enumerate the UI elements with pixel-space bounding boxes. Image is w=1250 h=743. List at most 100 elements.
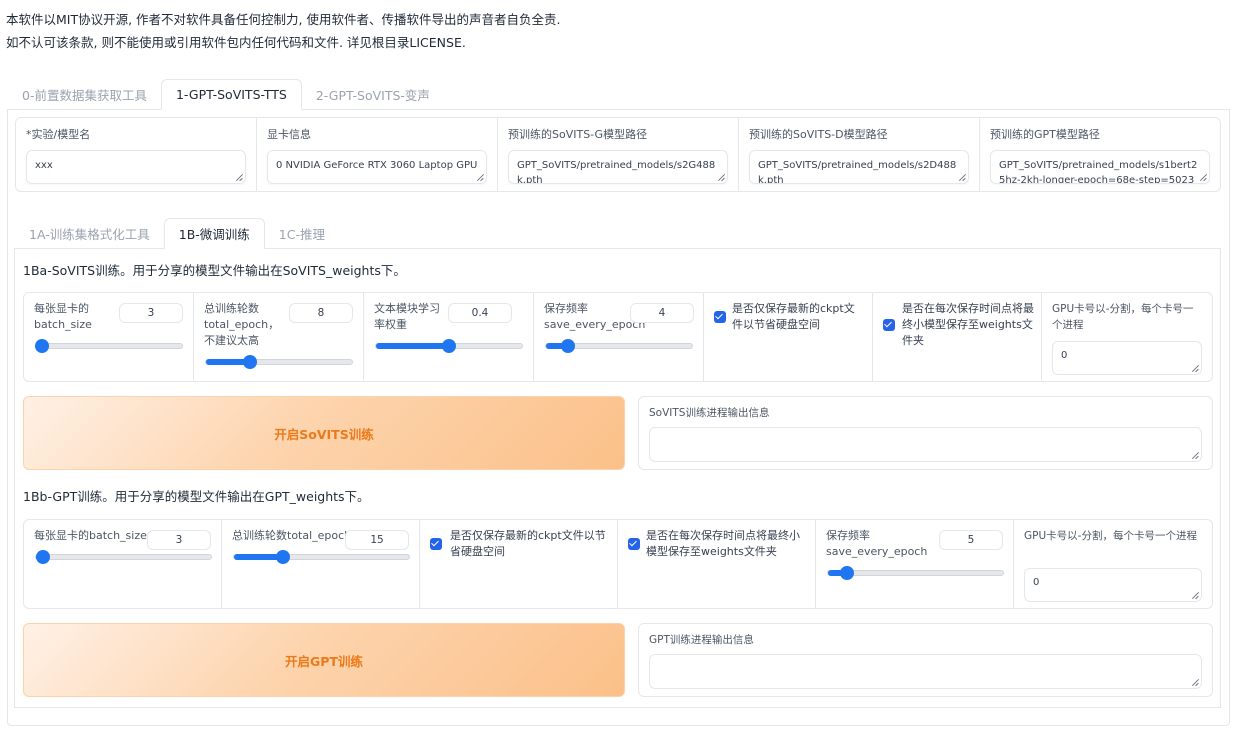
slider-thumb[interactable] xyxy=(36,550,50,564)
gpu-info-input[interactable]: 0 NVIDIA GeForce RTX 3060 Laptop GPU xyxy=(267,150,487,184)
sovits-d-path-input[interactable]: GPT_SoVITS/pretrained_models/s2D488k.pth xyxy=(749,150,969,184)
sovits-text-lr-label: 文本模块学习率权重 xyxy=(374,302,440,331)
gpt-save-latest-label: 是否仅保存最新的ckpt文件以节省硬盘空间 xyxy=(450,529,606,558)
experiment-name-input[interactable]: xxx xyxy=(26,150,246,184)
tab-gpt-sovits-tts[interactable]: 1-GPT-SoVITS-TTS xyxy=(160,79,302,110)
slider-thumb[interactable] xyxy=(840,566,855,580)
resize-handle-icon[interactable] xyxy=(1199,174,1206,181)
notice-line-1: 本软件以MIT协议开源, 作者不对软件具备任何控制力, 使用软件者、传播软件导出… xyxy=(6,12,561,27)
experiment-name-label: *实验/模型名 xyxy=(26,128,91,141)
sovits-g-path-value: GPT_SoVITS/pretrained_models/s2G488k.pth xyxy=(517,160,716,184)
gpt-batch-size-input[interactable]: 3 xyxy=(147,530,211,550)
gpt-save-weights-checkbox[interactable] xyxy=(628,538,640,550)
notice-line-2: 如不认可该条款, 则不能使用或引用软件包内任何代码和文件. 详见根目录LICEN… xyxy=(6,35,466,50)
sovits-save-every-slider[interactable] xyxy=(545,339,693,353)
tab-dataset-tools[interactable]: 0-前置数据集获取工具 xyxy=(8,79,161,110)
gpt-save-weights-label: 是否在每次保存时间点将最终小模型保存至weights文件夹 xyxy=(646,529,800,558)
gpt-save-latest-checkbox[interactable] xyxy=(430,538,442,550)
sovits-d-path-label: 预训练的SoVITS-D模型路径 xyxy=(749,128,888,141)
sovits-text-lr-input[interactable]: 0.4 xyxy=(448,303,512,323)
gpu-info-label: 显卡信息 xyxy=(267,128,311,141)
sovits-batch-size-slider[interactable] xyxy=(34,339,183,353)
gpt-save-weights-field: 是否在每次保存时间点将最终小模型保存至weights文件夹 xyxy=(618,520,816,608)
sovits-params-row: 每张显卡的batch_size 3 总训练轮数total_epoch，不建议太高… xyxy=(23,292,1213,382)
gpt-save-every-slider[interactable] xyxy=(827,566,1004,580)
slider-thumb[interactable] xyxy=(242,355,257,369)
sovits-save-weights-label: 是否在每次保存时间点将最终小模型保存至weights文件夹 xyxy=(902,302,1034,347)
gpt-save-every-field: 保存频率save_every_epoch 5 xyxy=(816,520,1014,608)
sovits-batch-size-field: 每张显卡的batch_size 3 xyxy=(24,293,194,381)
sovits-save-every-input[interactable]: 4 xyxy=(630,303,694,323)
gpt-batch-size-slider[interactable] xyxy=(35,550,212,564)
sovits-d-path-field: 预训练的SoVITS-D模型路径 GPT_SoVITS/pretrained_m… xyxy=(739,118,980,191)
experiment-name-field: *实验/模型名 xxx xyxy=(16,118,257,191)
sovits-save-latest-label: 是否仅保存最新的ckpt文件以节省硬盘空间 xyxy=(732,302,855,331)
resize-handle-icon[interactable] xyxy=(958,174,965,181)
resize-handle-icon[interactable] xyxy=(476,174,483,181)
sovits-output-field: SoVITS训练进程输出信息 xyxy=(638,396,1213,470)
gpt-gpu-label: GPU卡号以-分割，每个卡号一个进程 xyxy=(1024,530,1197,542)
gpt-output-field: GPT训练进程输出信息 xyxy=(638,623,1213,697)
sovits-gpu-field: GPU卡号以-分割，每个卡号一个进程 0 xyxy=(1042,293,1212,381)
sovits-section-title: 1Ba-SoVITS训练。用于分享的模型文件输出在SoVITS_weights下… xyxy=(23,263,406,278)
sovits-save-weights-checkbox[interactable] xyxy=(883,319,895,331)
slider-thumb[interactable] xyxy=(34,339,49,353)
gpt-output-textarea[interactable] xyxy=(649,654,1202,689)
sovits-batch-size-input[interactable]: 3 xyxy=(119,303,183,323)
gpt-gpu-field: GPU卡号以-分割，每个卡号一个进程 0 xyxy=(1014,520,1212,608)
resize-handle-icon[interactable] xyxy=(235,174,242,181)
sovits-g-path-field: 预训练的SoVITS-G模型路径 GPT_SoVITS/pretrained_m… xyxy=(498,118,739,191)
sovits-total-epoch-slider[interactable] xyxy=(205,355,353,369)
gpu-info-field: 显卡信息 0 NVIDIA GeForce RTX 3060 Laptop GP… xyxy=(257,118,498,191)
slider-thumb[interactable] xyxy=(276,550,290,564)
sovits-total-epoch-label: 总训练轮数total_epoch，不建议太高 xyxy=(204,302,280,347)
gpt-path-label: 预训练的GPT模型路径 xyxy=(990,128,1100,141)
main-tabs: 0-前置数据集获取工具 1-GPT-SoVITS-TTS 2-GPT-SoVIT… xyxy=(8,79,444,110)
sub-tabs: 1A-训练集格式化工具 1B-微调训练 1C-推理 xyxy=(15,218,339,249)
resize-handle-icon[interactable] xyxy=(717,174,724,181)
sovits-output-label: SoVITS训练进程输出信息 xyxy=(649,407,770,419)
gpt-gpu-input[interactable]: 0 xyxy=(1024,568,1202,602)
sovits-total-epoch-input[interactable]: 8 xyxy=(289,303,353,323)
sovits-text-lr-slider[interactable] xyxy=(375,339,523,353)
sovits-d-path-value: GPT_SoVITS/pretrained_models/s2D488k.pth xyxy=(758,160,957,184)
experiment-name-value: xxx xyxy=(35,160,53,171)
sovits-save-latest-checkbox[interactable] xyxy=(714,311,726,323)
gpt-output-label: GPT训练进程输出信息 xyxy=(649,634,754,646)
sovits-text-lr-field: 文本模块学习率权重 0.4 xyxy=(364,293,534,381)
sovits-g-path-input[interactable]: GPT_SoVITS/pretrained_models/s2G488k.pth xyxy=(508,150,728,184)
sovits-output-textarea[interactable] xyxy=(649,427,1202,462)
tab-dataset-format[interactable]: 1A-训练集格式化工具 xyxy=(15,218,164,249)
sovits-g-path-label: 预训练的SoVITS-G模型路径 xyxy=(508,128,648,141)
slider-thumb[interactable] xyxy=(442,339,456,353)
sovits-total-epoch-field: 总训练轮数total_epoch，不建议太高 8 xyxy=(194,293,364,381)
sovits-save-every-label: 保存频率save_every_epoch xyxy=(544,302,646,331)
gpt-path-input[interactable]: GPT_SoVITS/pretrained_models/s1bert25hz-… xyxy=(990,150,1210,184)
sovits-gpu-input[interactable]: 0 xyxy=(1052,341,1202,375)
start-gpt-training-button[interactable]: 开启GPT训练 xyxy=(23,623,625,697)
resize-handle-icon[interactable] xyxy=(1191,365,1198,372)
tab-finetune[interactable]: 1B-微调训练 xyxy=(163,218,265,249)
tab-inference[interactable]: 1C-推理 xyxy=(265,218,339,249)
sovits-batch-size-label: 每张显卡的batch_size xyxy=(34,302,92,331)
gpt-total-epoch-slider[interactable] xyxy=(233,550,410,564)
resize-handle-icon[interactable] xyxy=(1191,452,1198,459)
slider-thumb[interactable] xyxy=(560,339,575,353)
tab-voice-change[interactable]: 2-GPT-SoVITS-变声 xyxy=(302,79,444,110)
license-notice: 本软件以MIT协议开源, 作者不对软件具备任何控制力, 使用软件者、传播软件导出… xyxy=(6,8,560,54)
gpt-save-latest-field: 是否仅保存最新的ckpt文件以节省硬盘空间 xyxy=(420,520,618,608)
sovits-save-latest-field: 是否仅保存最新的ckpt文件以节省硬盘空间 xyxy=(704,293,873,381)
gpt-path-value: GPT_SoVITS/pretrained_models/s1bert25hz-… xyxy=(999,160,1198,184)
gpt-total-epoch-field: 总训练轮数total_epoch 15 xyxy=(222,520,420,608)
gpu-info-value: 0 NVIDIA GeForce RTX 3060 Laptop GPU xyxy=(276,160,478,171)
start-sovits-training-button[interactable]: 开启SoVITS训练 xyxy=(23,396,625,470)
gpt-params-row: 每张显卡的batch_size 3 总训练轮数total_epoch 15 是否… xyxy=(23,519,1213,609)
resize-handle-icon[interactable] xyxy=(1191,679,1198,686)
gpt-gpu-value: 0 xyxy=(1033,577,1040,588)
gpt-path-field: 预训练的GPT模型路径 GPT_SoVITS/pretrained_models… xyxy=(980,118,1220,191)
gpt-save-every-label: 保存频率save_every_epoch xyxy=(826,529,928,558)
gpt-total-epoch-input[interactable]: 15 xyxy=(345,530,409,550)
gpt-save-every-input[interactable]: 5 xyxy=(939,530,1003,550)
sovits-gpu-value: 0 xyxy=(1061,350,1068,361)
resize-handle-icon[interactable] xyxy=(1191,592,1198,599)
